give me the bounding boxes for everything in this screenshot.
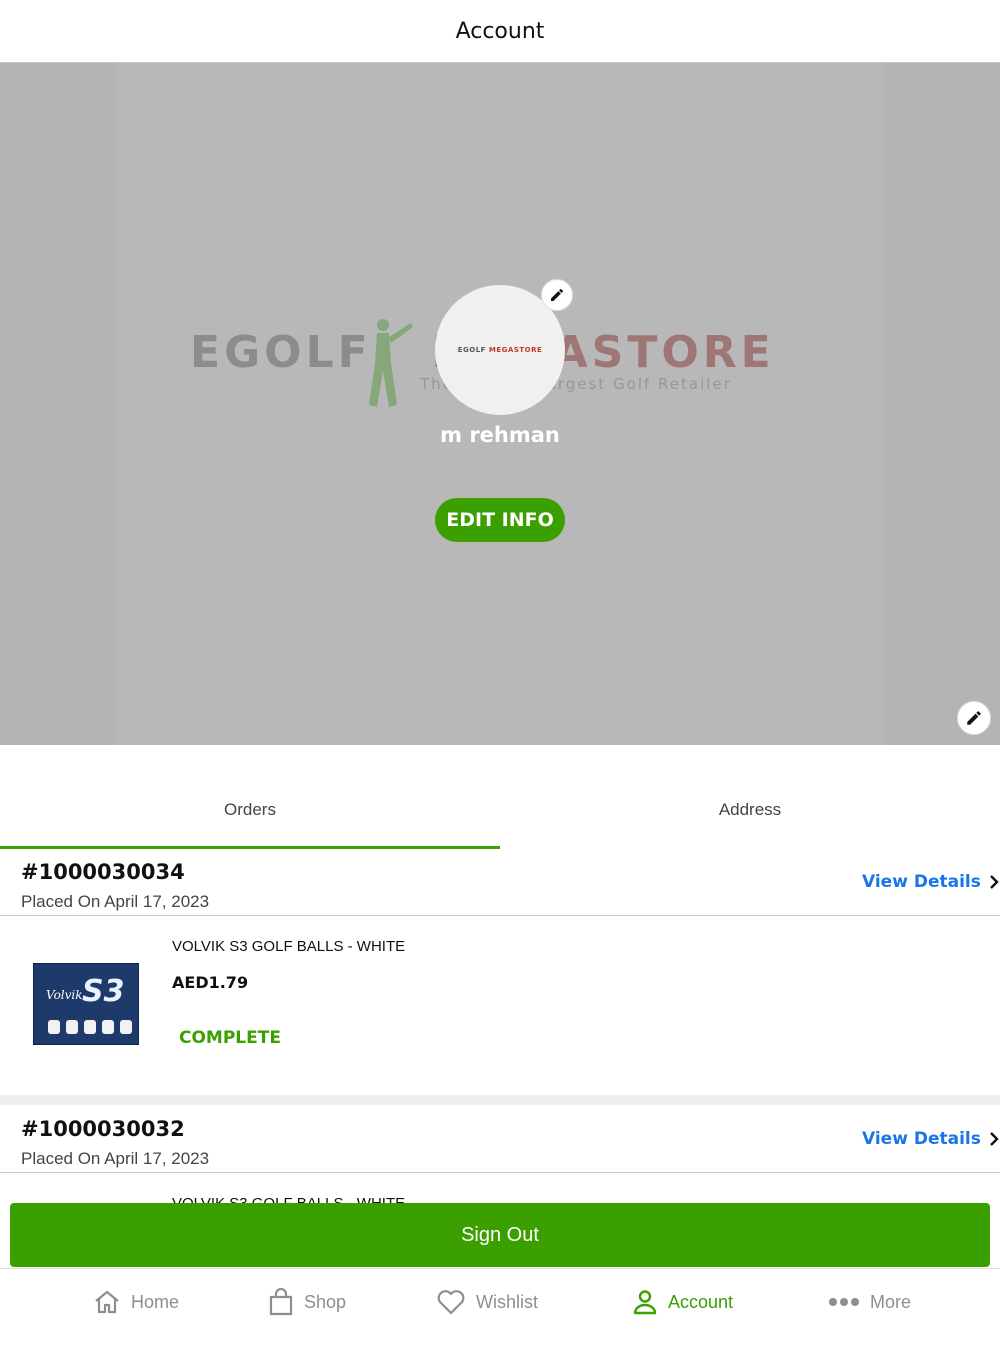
tabbar-item-home[interactable]: Home [93, 1269, 179, 1335]
order-header: #1000030032 Placed On April 17, 2023 Vie… [0, 1107, 1000, 1173]
tabbar-item-more[interactable]: More [828, 1269, 911, 1335]
order-number: #1000030032 [21, 1117, 185, 1141]
shopping-bag-icon [269, 1288, 293, 1316]
home-icon [95, 1290, 119, 1314]
tabbar-item-shop[interactable]: Shop [268, 1269, 346, 1335]
heart-icon [437, 1290, 465, 1315]
active-tab-indicator [0, 846, 500, 849]
view-details-link[interactable]: View Details [862, 1129, 999, 1149]
order-header: #1000030034 Placed On April 17, 2023 Vie… [0, 850, 1000, 916]
order-divider [0, 1095, 1000, 1105]
product-price: AED1.79 [172, 973, 249, 992]
product-image[interactable]: Volvik S3 [33, 963, 139, 1045]
bottom-tab-bar: Home Shop Wishlist Account More [0, 1268, 1000, 1334]
edit-cover-button[interactable] [957, 701, 991, 735]
tab-orders[interactable]: Orders [0, 778, 500, 850]
edit-info-button[interactable]: EDIT INFO [435, 498, 565, 542]
person-icon [633, 1290, 657, 1315]
sign-out-button[interactable]: Sign Out [10, 1203, 990, 1267]
page-title: Account [455, 18, 545, 44]
order-card: #1000030034 Placed On April 17, 2023 Vie… [0, 850, 1000, 1096]
tabbar-item-wishlist[interactable]: Wishlist [436, 1269, 538, 1335]
pencil-icon [967, 711, 981, 725]
tabbar-item-account[interactable]: Account [632, 1269, 733, 1335]
golfer-silhouette-icon [369, 319, 413, 407]
avatar-logo: EGOLF MEGASTORE [457, 346, 543, 354]
app-header: Account [0, 0, 1000, 63]
more-dots-icon [829, 1298, 859, 1306]
chevron-right-icon [990, 1132, 999, 1146]
order-item[interactable]: Volvik S3 VOLVIK S3 GOLF BALLS - WHITE A… [0, 916, 1000, 1096]
order-number: #1000030034 [21, 860, 185, 884]
chevron-right-icon [990, 875, 999, 889]
order-date: Placed On April 17, 2023 [21, 1149, 210, 1168]
order-date: Placed On April 17, 2023 [21, 892, 210, 911]
order-status-badge: COMPLETE [179, 1028, 281, 1048]
product-name: VOLVIK S3 GOLF BALLS - WHITE [172, 938, 406, 955]
profile-name: m rehman [440, 423, 560, 447]
view-details-link[interactable]: View Details [862, 872, 999, 892]
account-tabs: Orders Address [0, 778, 1000, 850]
edit-avatar-button[interactable] [541, 279, 573, 311]
tab-address[interactable]: Address [500, 778, 1000, 850]
pencil-icon [551, 288, 564, 301]
profile-cover: EGOLF MEGASTORE The World's Largest Golf … [0, 63, 1000, 745]
